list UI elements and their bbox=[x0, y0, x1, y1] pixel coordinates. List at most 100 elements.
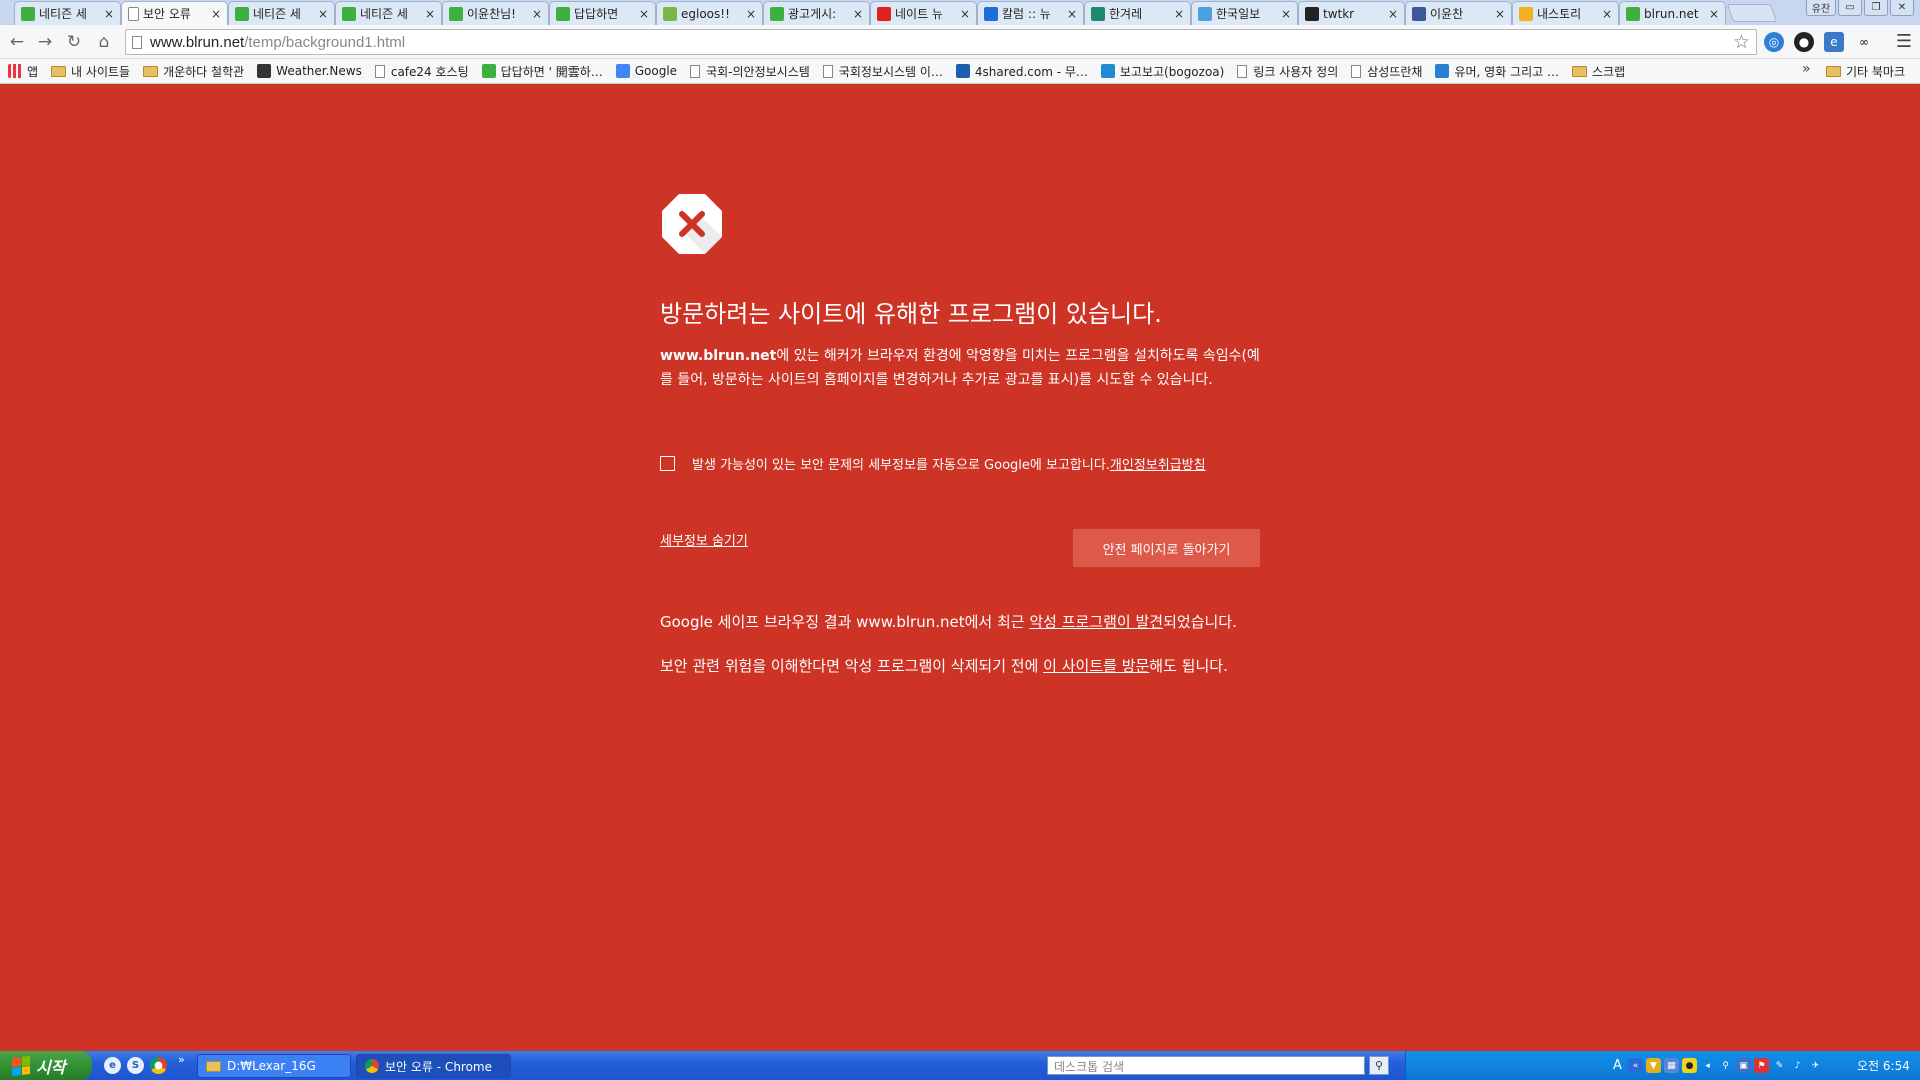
tab-close-icon[interactable]: × bbox=[851, 7, 865, 21]
bookmark-star-icon[interactable]: ☆ bbox=[1733, 31, 1750, 53]
quick-launch-more[interactable]: » bbox=[178, 1053, 185, 1066]
bookmark-item[interactable]: 삼성뜨란채 bbox=[1351, 62, 1422, 80]
tab-title: 내스토리 bbox=[1537, 7, 1582, 21]
malware-found-link[interactable]: 악성 프로그램이 발견 bbox=[1029, 613, 1163, 631]
tab-close-icon[interactable]: × bbox=[102, 7, 116, 21]
privacy-policy-link[interactable]: 개인정보취급방침 bbox=[1110, 454, 1206, 473]
arrow-icon[interactable]: ◂ bbox=[1700, 1058, 1715, 1073]
clock[interactable]: 오전 6:54 bbox=[1857, 1057, 1910, 1074]
extension-dark-icon[interactable]: ● bbox=[1794, 32, 1814, 52]
bookmark-item[interactable]: Google bbox=[615, 62, 678, 80]
tab[interactable]: 칼럼 :: 뉴 × bbox=[977, 1, 1084, 25]
tab-close-icon[interactable]: × bbox=[1600, 7, 1614, 21]
back-to-safety-button[interactable]: 안전 페이지로 돌아가기 bbox=[1073, 529, 1260, 567]
bookmark-item[interactable]: Weather.News bbox=[257, 62, 362, 80]
tab-close-icon[interactable]: × bbox=[958, 7, 972, 21]
home-button[interactable]: ⌂ bbox=[93, 31, 115, 53]
extension-speed-icon[interactable]: ◎ bbox=[1764, 32, 1784, 52]
other-bookmarks[interactable]: 기타 북마크 bbox=[1826, 63, 1905, 80]
tab[interactable]: 이윤찬 × bbox=[1405, 1, 1512, 25]
google-icon bbox=[615, 64, 630, 78]
ie-icon[interactable]: e bbox=[104, 1057, 121, 1074]
tab[interactable]: twtkr × bbox=[1298, 1, 1405, 25]
tab[interactable]: 네티즌 세 × bbox=[335, 1, 442, 25]
tab-close-icon[interactable]: × bbox=[1386, 7, 1400, 21]
tab-close-icon[interactable]: × bbox=[1493, 7, 1507, 21]
bookmark-item[interactable]: 답답하면 ' 開雲하… bbox=[481, 62, 603, 80]
extension-ie-icon[interactable]: e bbox=[1824, 32, 1844, 52]
facebook-icon bbox=[1412, 6, 1426, 21]
tab[interactable]: 이윤찬님! × bbox=[442, 1, 549, 25]
start-button[interactable]: 시작 bbox=[0, 1051, 92, 1080]
bookmark-item[interactable]: 링크 사용자 정의 bbox=[1237, 62, 1338, 80]
taskbar-item-explorer[interactable]: D:₩Lexar_16G bbox=[197, 1054, 351, 1078]
bookmark-item[interactable]: 국회정보시스템 이… bbox=[822, 62, 943, 80]
bookmark-item[interactable]: 개운하다 철학관 bbox=[143, 62, 244, 80]
tab[interactable]: 광고게시: × bbox=[763, 1, 870, 25]
bookmark-item[interactable]: 내 사이트들 bbox=[51, 62, 130, 80]
ime-icon[interactable]: A bbox=[1610, 1058, 1625, 1073]
search-tray-icon[interactable]: ⚲ bbox=[1718, 1058, 1733, 1073]
bookmarks-more-button[interactable]: » bbox=[1802, 61, 1811, 77]
address-bar[interactable]: www.blrun.net/temp/background1.html ☆ bbox=[125, 29, 1757, 55]
tab-close-icon[interactable]: × bbox=[316, 7, 330, 21]
page-icon bbox=[1351, 64, 1362, 78]
chrome-icon[interactable]: ● bbox=[150, 1057, 167, 1074]
restore-button[interactable]: ❐ bbox=[1864, 0, 1888, 16]
tab-close-icon[interactable]: × bbox=[1172, 7, 1186, 21]
bookmark-label: Google bbox=[634, 64, 678, 78]
tab[interactable]: 내스토리 × bbox=[1512, 1, 1619, 25]
skype-icon[interactable]: S bbox=[127, 1057, 144, 1074]
back-icon[interactable]: « bbox=[1628, 1058, 1643, 1073]
reload-button[interactable]: ↻ bbox=[63, 31, 85, 53]
desktop-search-input[interactable]: 데스크톱 검색 bbox=[1047, 1056, 1365, 1075]
bookmark-item[interactable]: 앱 bbox=[8, 62, 38, 80]
tab[interactable]: blrun.net × bbox=[1619, 1, 1726, 25]
tab-close-icon[interactable]: × bbox=[1707, 7, 1721, 21]
report-checkbox[interactable] bbox=[660, 456, 675, 471]
network-icon[interactable]: ▦ bbox=[1664, 1058, 1679, 1073]
tab-close-icon[interactable]: × bbox=[209, 7, 223, 21]
tab[interactable]: 보안 오류 × bbox=[121, 1, 228, 25]
tab-close-icon[interactable]: × bbox=[530, 7, 544, 21]
tab[interactable]: 네이트 뉴 × bbox=[870, 1, 977, 25]
bookmark-item[interactable]: 유머, 영화 그리고 … bbox=[1435, 62, 1559, 80]
tab-close-icon[interactable]: × bbox=[1065, 7, 1079, 21]
bookmark-item[interactable]: 보고보고(bogozoa) bbox=[1100, 62, 1224, 80]
user-profile-button[interactable]: 유찬 bbox=[1806, 0, 1836, 16]
tab[interactable]: egloos!! × bbox=[656, 1, 763, 25]
new-tab-button[interactable] bbox=[1726, 4, 1778, 22]
url-text[interactable]: www.blrun.net/temp/background1.html bbox=[150, 34, 405, 51]
tab[interactable]: 네티즌 세 × bbox=[228, 1, 335, 25]
site-name: www.blrun.net bbox=[660, 348, 777, 364]
back-button[interactable]: ← bbox=[6, 31, 28, 53]
volume-icon[interactable]: ♪ bbox=[1790, 1058, 1805, 1073]
monitor-icon[interactable]: ▣ bbox=[1736, 1058, 1751, 1073]
shield-icon[interactable]: ▼ bbox=[1646, 1058, 1661, 1073]
pen-icon[interactable]: ✎ bbox=[1772, 1058, 1787, 1073]
tab-close-icon[interactable]: × bbox=[1279, 7, 1293, 21]
chrome-menu-icon[interactable]: ☰ bbox=[1896, 31, 1912, 52]
tab[interactable]: 한국일보 × bbox=[1191, 1, 1298, 25]
tab[interactable]: 한겨레 × bbox=[1084, 1, 1191, 25]
tab[interactable]: 네티즌 세 × bbox=[14, 1, 121, 25]
bookmark-item[interactable]: 스크랩 bbox=[1572, 62, 1625, 80]
tab-close-icon[interactable]: × bbox=[744, 7, 758, 21]
bookmark-item[interactable]: 4shared.com - 무… bbox=[955, 62, 1088, 80]
forward-button[interactable]: → bbox=[34, 31, 56, 53]
taskbar-item-chrome[interactable]: 보안 오류 - Chrome bbox=[356, 1054, 511, 1078]
update-icon[interactable]: ⚑ bbox=[1754, 1058, 1769, 1073]
airplane-icon[interactable]: ✈ bbox=[1808, 1058, 1823, 1073]
close-window-button[interactable]: ✕ bbox=[1890, 0, 1914, 16]
bookmark-item[interactable]: cafe24 호스팅 bbox=[374, 62, 469, 80]
minimize-button[interactable]: ▭ bbox=[1838, 0, 1862, 16]
tab-close-icon[interactable]: × bbox=[637, 7, 651, 21]
visit-site-link[interactable]: 이 사이트를 방문 bbox=[1043, 657, 1149, 675]
hide-details-link[interactable]: 세부정보 숨기기 bbox=[660, 530, 748, 549]
chat-icon[interactable]: ● bbox=[1682, 1058, 1697, 1073]
bookmark-item[interactable]: 국회-의안정보시스템 bbox=[690, 62, 810, 80]
tab-close-icon[interactable]: × bbox=[423, 7, 437, 21]
search-icon[interactable]: ⚲ bbox=[1369, 1056, 1389, 1075]
tab[interactable]: 답답하면 × bbox=[549, 1, 656, 25]
extension-glasses-icon[interactable]: ∞ bbox=[1854, 32, 1874, 52]
